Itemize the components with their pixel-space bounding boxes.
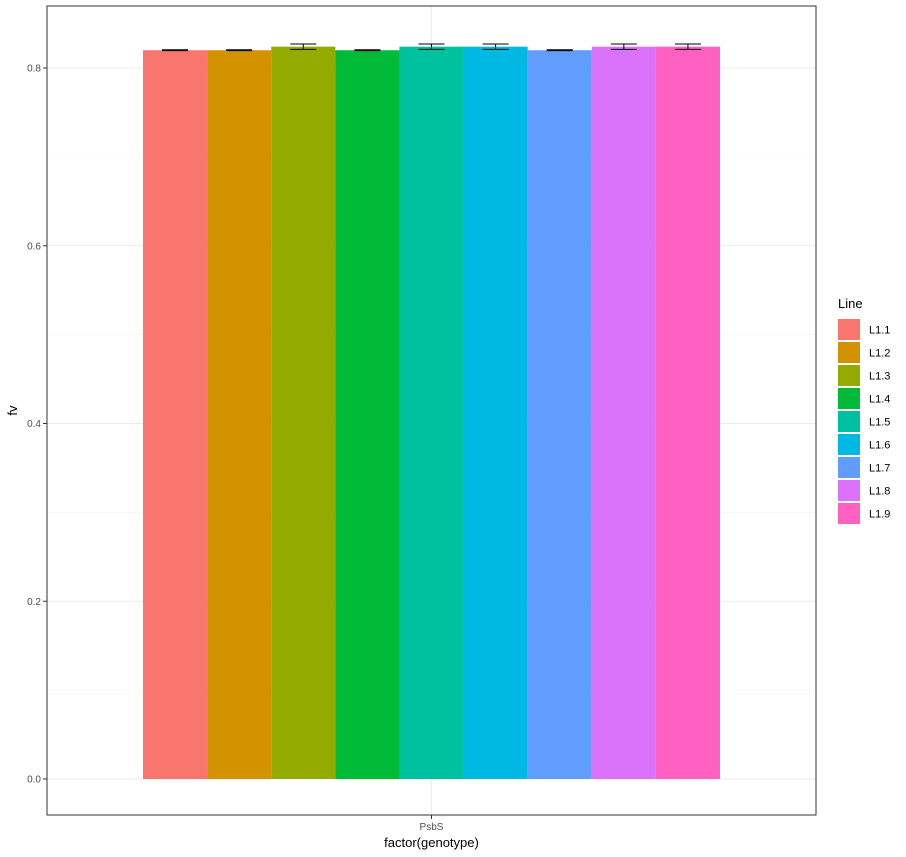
legend-key <box>838 503 860 524</box>
y-tick-label: 0.6 <box>27 241 41 252</box>
legend-label: L1.1 <box>869 325 890 337</box>
legend-label: L1.2 <box>869 348 890 360</box>
legend-key <box>838 434 860 455</box>
bar-chart: 0.0 0.2 0.4 0.6 0.8 PsbS factor(genotype) fv… <box>0 0 906 857</box>
legend-label: L1.6 <box>869 440 890 452</box>
legend-label: L1.5 <box>869 417 890 429</box>
legend-key <box>838 411 860 432</box>
legend-label: L1.3 <box>869 371 890 383</box>
legend-key <box>838 480 860 501</box>
y-axis-title: fv <box>5 405 20 416</box>
bar <box>335 50 400 780</box>
error-bar <box>162 49 189 52</box>
legend-label: L1.8 <box>869 486 890 498</box>
legend-key <box>838 342 860 363</box>
legend-title: Line <box>838 296 863 311</box>
bar <box>207 50 272 780</box>
bars <box>143 46 720 780</box>
y-tick-label: 0.4 <box>27 419 41 430</box>
bar <box>399 46 464 780</box>
legend-key <box>838 319 860 340</box>
error-bar <box>546 49 573 52</box>
y-tick-label: 0.2 <box>27 597 41 608</box>
bar <box>527 50 592 780</box>
legend-key <box>838 457 860 478</box>
bar <box>655 46 720 780</box>
error-bar <box>354 49 381 52</box>
bar <box>463 46 528 780</box>
legend-key <box>838 365 860 386</box>
bar <box>591 46 656 780</box>
bar <box>271 46 336 780</box>
legend-label: L1.7 <box>869 463 890 475</box>
bar <box>143 50 208 780</box>
legend-key <box>838 388 860 409</box>
x-tick-label: PsbS <box>420 822 444 833</box>
legend-label: L1.4 <box>869 394 890 406</box>
error-bar <box>226 49 253 52</box>
legend-label: L1.9 <box>869 509 890 521</box>
x-axis-title: factor(genotype) <box>384 835 479 850</box>
y-tick-label: 0.0 <box>27 775 41 786</box>
y-tick-label: 0.8 <box>27 64 41 75</box>
